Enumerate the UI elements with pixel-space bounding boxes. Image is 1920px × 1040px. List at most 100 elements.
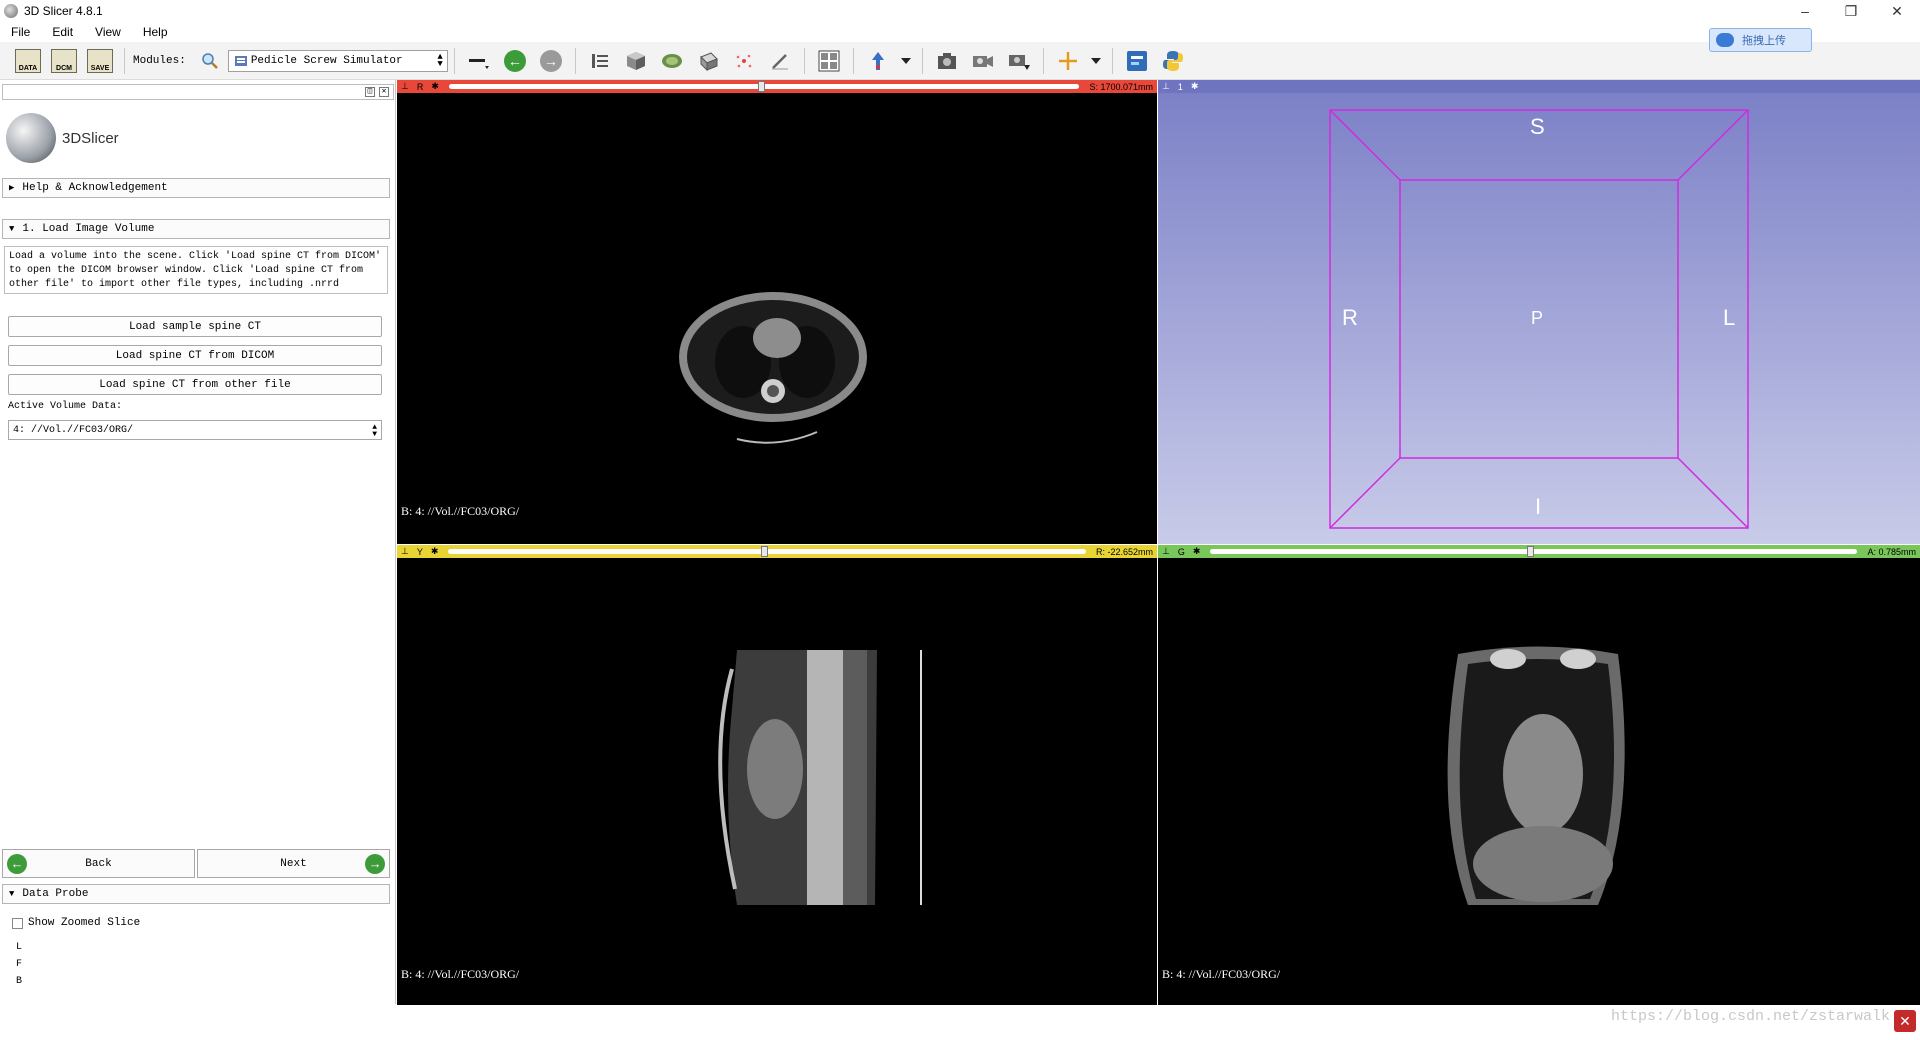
data-icon: DATA [15, 48, 41, 73]
markups-module-button[interactable] [730, 47, 758, 75]
extension-icon [1126, 50, 1147, 71]
probe-layer-f: F [16, 959, 23, 970]
collapsed-triangle-icon: ▶ [9, 183, 15, 193]
minimize-button[interactable]: – [1782, 0, 1828, 22]
models-module-button[interactable] [658, 47, 686, 75]
toolbar-separator [453, 47, 455, 74]
mouse-mode-button[interactable] [864, 47, 892, 75]
cloud-upload-button[interactable]: 拖拽上传 [1709, 28, 1812, 52]
green-offset-slider[interactable] [1210, 546, 1858, 557]
layout-line-button[interactable] [465, 47, 493, 75]
toolbar-separator [852, 47, 854, 74]
yellow-slice-view[interactable]: ⊥ Y ✱ R: -22.652mm B: 4: //Vol.//FC03/OR… [397, 545, 1157, 1005]
pin-icon[interactable]: ⊥ [1158, 546, 1174, 557]
brain-icon [661, 53, 682, 68]
back-button[interactable]: ← Back [2, 849, 195, 878]
green-offset-readout: A: 0.785mm [1867, 546, 1916, 557]
load-dicom-button[interactable]: Load spine CT from DICOM [8, 345, 382, 366]
menu-file[interactable]: File [0, 25, 41, 39]
load-sample-button[interactable]: Load sample spine CT [8, 316, 382, 337]
forward-nav-button[interactable]: → [537, 47, 565, 75]
eye-icon[interactable]: ✱ [427, 546, 443, 557]
module-panel-header: ◫ ✕ [2, 84, 394, 100]
pin-icon[interactable]: ⊥ [397, 546, 413, 557]
python-console-button[interactable] [1159, 47, 1187, 75]
arrow-up-icon [871, 51, 884, 70]
transforms-module-button[interactable] [694, 47, 722, 75]
menu-edit[interactable]: Edit [41, 25, 84, 39]
module-panel: ◫ ✕ 3DSlicer ▶ Help & Acknowledgement ▼ … [0, 80, 396, 1004]
toolbar-separator [1111, 47, 1113, 74]
scene-view-button[interactable] [969, 47, 997, 75]
probe-layer-b: B [16, 976, 23, 987]
red-offset-slider[interactable] [448, 81, 1080, 92]
pin-icon[interactable]: ⊥ [397, 81, 413, 92]
load-description: Load a volume into the scene. Click 'Loa… [4, 246, 388, 294]
python-icon [1162, 50, 1183, 71]
slider-thumb[interactable] [1527, 546, 1535, 557]
close-overlay-icon[interactable]: ✕ [1894, 1010, 1916, 1032]
slicer-app-icon [4, 4, 18, 18]
help-section-header[interactable]: ▶ Help & Acknowledgement [2, 178, 390, 198]
load-section-header[interactable]: ▼ 1. Load Image Volume [2, 219, 390, 239]
slider-thumb[interactable] [757, 81, 765, 92]
data-probe-header[interactable]: ▼ Data Probe [2, 884, 390, 904]
blog-watermark: https://blog.csdn.net/zstarwalk [1610, 1008, 1890, 1025]
slider-thumb[interactable] [760, 546, 768, 557]
menu-view[interactable]: View [84, 25, 132, 39]
toolbar-separator [574, 47, 576, 74]
back-nav-button[interactable]: ← [501, 47, 529, 75]
data-module-button[interactable] [586, 47, 614, 75]
next-button[interactable]: Next → [197, 849, 390, 878]
module-selector[interactable]: Pedicle Screw Simulator ▲ ▼ [227, 49, 448, 72]
camera-icon [937, 52, 956, 69]
expanded-triangle-icon: ▼ [9, 889, 15, 899]
green-slice-view[interactable]: ⊥ G ✱ A: 0.785mm B: 4: //Vol.//FC03/ORG/ [1158, 545, 1920, 1005]
editor-module-button[interactable] [766, 47, 794, 75]
menu-help[interactable]: Help [132, 25, 179, 39]
menu-bar: File Edit View Help [0, 22, 1920, 42]
arrow-left-icon: ← [503, 49, 526, 72]
yellow-view-controller: ⊥ Y ✱ R: -22.652mm [397, 545, 1157, 558]
load-file-button[interactable]: Load spine CT from other file [8, 374, 382, 395]
dicom-button[interactable]: DCM [50, 47, 78, 75]
active-volume-label: Active Volume Data: [8, 401, 123, 412]
screenshot-button[interactable] [933, 47, 961, 75]
toolbar-separator [803, 47, 805, 74]
main-toolbar: DATA DCM SAVE Modules: Pedicle Screw Sim… [0, 42, 1920, 80]
mouse-mode-dropdown[interactable] [900, 47, 912, 75]
slicer-logo: 3DSlicer [6, 108, 136, 168]
module-search-button[interactable] [196, 47, 224, 75]
crosshair-dropdown[interactable] [1090, 47, 1102, 75]
active-volume-value: 4: //Vol.//FC03/ORG/ [13, 424, 134, 436]
capture-button[interactable] [1005, 47, 1033, 75]
float-panel-icon[interactable]: ◫ [365, 87, 375, 97]
active-volume-select[interactable]: 4: //Vol.//FC03/ORG/ ▲ ▼ [8, 420, 382, 440]
window-title: 3D Slicer 4.8.1 [24, 4, 103, 18]
close-button[interactable]: ✕ [1874, 0, 1920, 22]
magnifier-icon [202, 52, 218, 69]
save-button[interactable]: SAVE [86, 47, 114, 75]
show-zoomed-slice-label: Show Zoomed Slice [28, 917, 141, 929]
three-d-view[interactable]: ⊥ 1 ✱ S I R L P [1158, 80, 1920, 544]
next-arrow-icon: → [365, 854, 385, 874]
red-slice-view[interactable]: ⊥ R ✱ S: 1700.071mm B: 4: //Vol.//FC03/O… [397, 80, 1157, 544]
axial-ct-image [679, 292, 867, 444]
cloud-icon [1716, 33, 1734, 47]
load-data-button[interactable]: DATA [14, 47, 42, 75]
expanded-triangle-icon: ▼ [9, 224, 15, 234]
arrow-right-icon: → [539, 49, 562, 72]
restore-button[interactable]: ❐ [1828, 0, 1874, 22]
layout-button[interactable] [815, 47, 843, 75]
yellow-offset-slider[interactable] [448, 546, 1086, 557]
close-panel-icon[interactable]: ✕ [379, 87, 389, 97]
extension-manager-button[interactable] [1123, 47, 1151, 75]
eye-icon[interactable]: ✱ [427, 81, 443, 92]
spin-arrows-icon: ▲ ▼ [437, 51, 443, 69]
volumes-module-button[interactable] [622, 47, 650, 75]
eye-icon[interactable]: ✱ [1189, 546, 1205, 557]
capture-camera-icon [1008, 54, 1030, 70]
cube-icon [626, 51, 645, 70]
crosshair-button[interactable] [1054, 47, 1082, 75]
show-zoomed-slice-checkbox[interactable]: Show Zoomed Slice [12, 917, 140, 929]
